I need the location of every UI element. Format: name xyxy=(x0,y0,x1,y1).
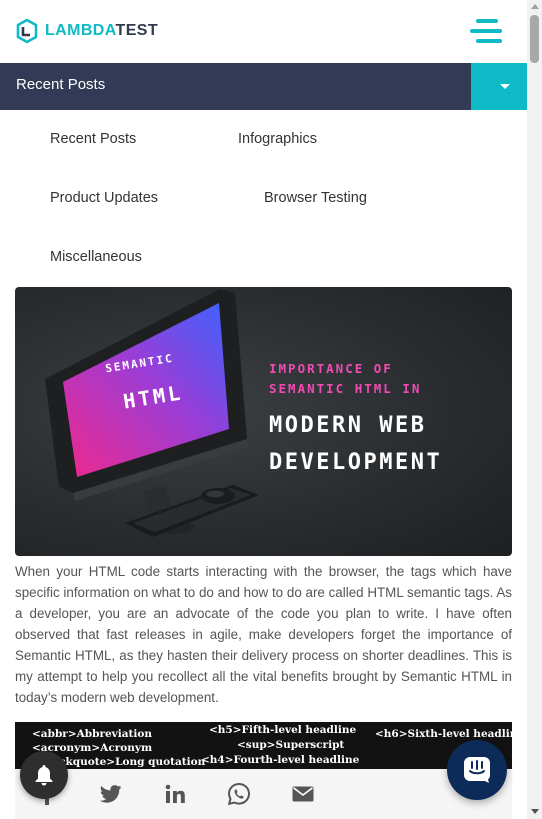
scroll-down-arrow-icon[interactable] xyxy=(531,809,539,814)
category-link-browser-testing[interactable]: Browser Testing xyxy=(264,190,367,206)
email-icon[interactable] xyxy=(292,783,314,805)
category-dropdown-title: Recent Posts xyxy=(16,76,106,93)
article-paragraph: When your HTML code starts interacting w… xyxy=(15,564,512,705)
linkedin-icon[interactable] xyxy=(164,783,186,805)
category-link-miscellaneous[interactable]: Miscellaneous xyxy=(50,249,142,265)
featured-image: SEMANTIC HTML IMPORTANCE OF SEMANTIC HTM… xyxy=(15,287,512,556)
twitter-icon[interactable] xyxy=(100,783,122,805)
code-line: <sup>Superscript xyxy=(237,739,345,751)
code-line: <abbr>Abbreviation xyxy=(32,728,153,740)
code-line: <h6>Sixth-level headline xyxy=(375,728,512,740)
hamburger-menu-icon[interactable] xyxy=(470,17,502,45)
logo-text: LAMBDATEST xyxy=(45,22,159,39)
logo-hexagon-icon xyxy=(16,18,38,43)
code-line: <h4>Fourth-level headline xyxy=(201,754,360,766)
page: LAMBDATEST Recent Posts Recent Posts Inf… xyxy=(0,0,527,819)
category-dropdown-bar[interactable]: Recent Posts xyxy=(0,63,527,110)
category-link-recent-posts[interactable]: Recent Posts xyxy=(50,131,136,147)
lambdatest-logo[interactable]: LAMBDATEST xyxy=(15,17,158,45)
code-line: <h5>Fifth-level headline xyxy=(209,724,357,736)
scrollbar-thumb[interactable] xyxy=(530,15,539,63)
hero-subheading: IMPORTANCE OF SEMANTIC HTML IN xyxy=(269,361,422,396)
hero-heading: MODERN WEB DEVELOPMENT xyxy=(269,413,443,475)
bell-icon[interactable] xyxy=(20,751,68,799)
category-dropdown-toggle[interactable] xyxy=(471,63,527,110)
scroll-up-arrow-icon[interactable] xyxy=(531,4,539,9)
caret-down-icon xyxy=(500,84,510,89)
vertical-scrollbar[interactable] xyxy=(527,0,542,819)
category-link-infographics[interactable]: Infographics xyxy=(238,131,317,147)
chat-icon[interactable] xyxy=(447,740,507,800)
whatsapp-icon[interactable] xyxy=(228,783,250,805)
site-header: LAMBDATEST xyxy=(0,0,527,63)
category-link-product-updates[interactable]: Product Updates xyxy=(50,190,158,206)
